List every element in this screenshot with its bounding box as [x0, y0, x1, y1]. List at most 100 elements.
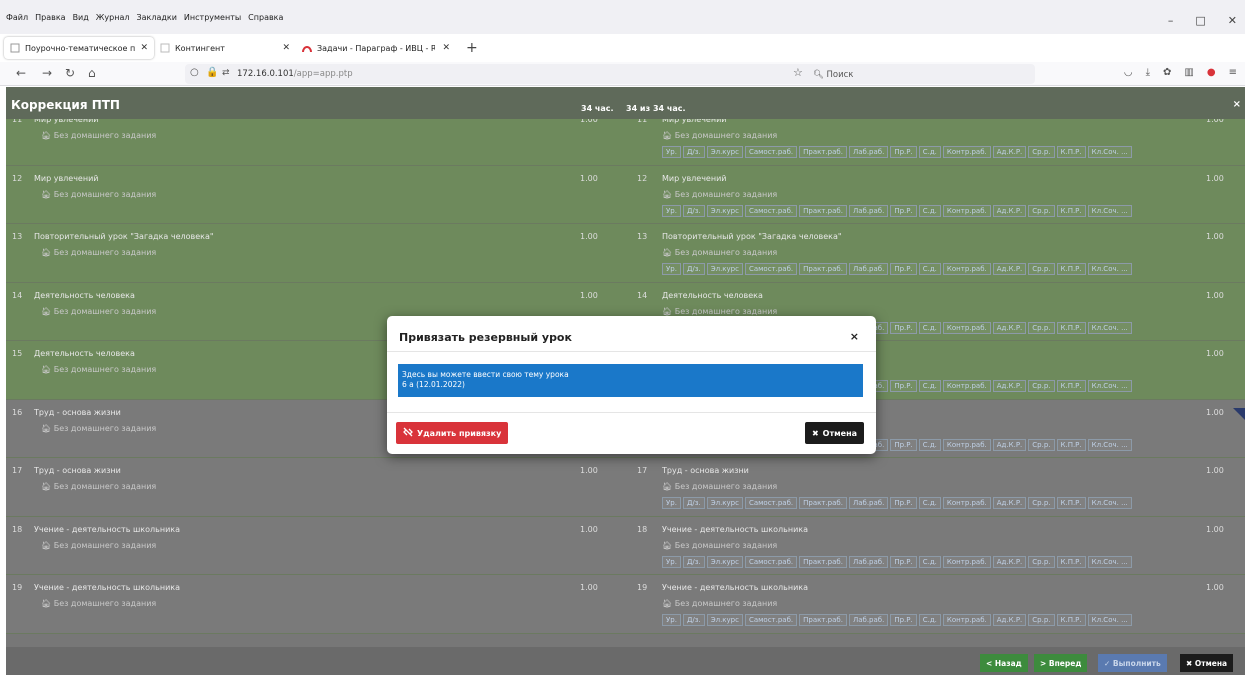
lesson-type-chip[interactable]: Д/з.	[682, 555, 705, 568]
lesson-type-chip[interactable]: Кл.Соч. ...	[1087, 555, 1132, 568]
lesson-type-chip[interactable]: С.д.	[918, 263, 941, 275]
lesson-type-chip[interactable]: Ад.К.Р.	[992, 438, 1027, 451]
lesson-type-chip[interactable]: С.д.	[918, 204, 941, 217]
lesson-type-chip[interactable]: Ср.р.	[1028, 497, 1055, 509]
lesson-type-chip[interactable]: Ср.р.	[1028, 555, 1055, 568]
lesson-type-chip[interactable]: Ад.К.Р.	[992, 614, 1027, 626]
forward-arrow-icon[interactable]: →	[42, 66, 52, 80]
close-tab-icon[interactable]: ✕	[282, 43, 290, 53]
lesson-type-chip[interactable]: Эл.курс	[706, 146, 743, 158]
lesson-type-chip[interactable]: Ад.К.Р.	[992, 321, 1027, 334]
url-text[interactable]: 172.16.0.101/app=app.ptp	[237, 69, 353, 79]
modal-cancel-button[interactable]: ✖ Отмена	[804, 422, 864, 444]
extension-icon[interactable]: ✿	[1163, 67, 1171, 78]
reload-icon[interactable]: ↻	[65, 66, 75, 80]
lesson-type-chip[interactable]: Ад.К.Р.	[992, 497, 1027, 509]
lesson-type-chip[interactable]: К.П.Р.	[1056, 497, 1086, 509]
lesson-type-chip[interactable]: Лаб.раб.	[848, 555, 889, 568]
lesson-type-chip[interactable]: С.д.	[918, 380, 941, 392]
minimize-button[interactable]: –	[1168, 14, 1174, 27]
adblock-icon[interactable]: ●	[1207, 67, 1216, 78]
lesson-type-chip[interactable]: Кл.Соч. ...	[1087, 614, 1132, 626]
lesson-type-chip[interactable]: Лаб.раб.	[848, 204, 889, 217]
lesson-type-chip[interactable]: Ср.р.	[1028, 321, 1055, 334]
search-field[interactable]: 🔍︎ Поиск	[813, 70, 853, 80]
lesson-type-chip[interactable]: Лаб.раб.	[848, 497, 889, 509]
lesson-type-chip[interactable]: Ур.	[662, 497, 681, 509]
lesson-type-chip[interactable]: Контр.раб.	[942, 614, 991, 626]
lesson-type-chip[interactable]: Самост.раб.	[744, 146, 798, 158]
lesson-type-chip[interactable]: Ур.	[662, 614, 681, 626]
lesson-type-chip[interactable]: Контр.раб.	[942, 380, 991, 392]
lesson-type-chip[interactable]: Самост.раб.	[744, 263, 798, 275]
lesson-type-chip[interactable]: Практ.раб.	[799, 204, 847, 217]
lesson-type-chip[interactable]: С.д.	[918, 146, 941, 158]
lesson-type-chip[interactable]: Самост.раб.	[744, 555, 798, 568]
execute-button[interactable]: ✓ Выполнить	[1098, 654, 1167, 672]
lesson-type-chip[interactable]: Контр.раб.	[942, 497, 991, 509]
lesson-type-chip[interactable]: Эл.курс	[706, 204, 743, 217]
lesson-type-chip[interactable]: Ср.р.	[1028, 380, 1055, 392]
lesson-type-chip[interactable]: Самост.раб.	[744, 497, 798, 509]
lesson-type-chip[interactable]: Контр.раб.	[942, 321, 991, 334]
menu-file[interactable]: Файл	[6, 13, 28, 22]
back-button[interactable]: < Назад	[980, 654, 1028, 672]
close-tab-icon[interactable]: ✕	[140, 43, 148, 53]
bookmark-star-icon[interactable]: ☆	[793, 66, 803, 79]
reserve-lesson-option[interactable]: Здесь вы можете ввести свою тему урока 6…	[398, 364, 863, 397]
lesson-type-chip[interactable]: Пр.Р.	[890, 204, 917, 217]
lesson-type-chip[interactable]: С.д.	[918, 321, 941, 334]
lesson-type-chip[interactable]: К.П.Р.	[1056, 380, 1086, 392]
lesson-type-chip[interactable]: Лаб.раб.	[848, 263, 889, 275]
lesson-type-chip[interactable]: Кл.Соч. ...	[1087, 204, 1132, 217]
lesson-type-chip[interactable]: Кл.Соч. ...	[1087, 380, 1132, 392]
lesson-type-chip[interactable]: Ср.р.	[1028, 438, 1055, 451]
close-window-button[interactable]: ✕	[1228, 14, 1237, 27]
lesson-row[interactable]: 11 Мир увлечений 1.00 🏠︎ Без домашнего зада…	[6, 119, 1245, 166]
new-tab-button[interactable]: +	[466, 40, 478, 56]
sidebar-icon[interactable]: ▥	[1184, 67, 1193, 78]
lesson-type-chip[interactable]: С.д.	[918, 614, 941, 626]
lesson-type-chip[interactable]: Ад.К.Р.	[992, 204, 1027, 217]
lesson-type-chip[interactable]: Ур.	[662, 146, 681, 158]
lesson-row[interactable]: 19 Учение - деятельность школьника 1.00 🏠︎ …	[6, 575, 1245, 634]
lesson-type-chip[interactable]: Самост.раб.	[744, 204, 798, 217]
lesson-type-chip[interactable]: Эл.курс	[706, 614, 743, 626]
permissions-icon[interactable]: ⇄	[222, 68, 230, 78]
lesson-type-chip[interactable]: Самост.раб.	[744, 614, 798, 626]
lesson-type-chip[interactable]: Ад.К.Р.	[992, 380, 1027, 392]
menu-history[interactable]: Журнал	[96, 13, 130, 22]
lesson-type-chip[interactable]: Практ.раб.	[799, 263, 847, 275]
lesson-type-chip[interactable]: К.П.Р.	[1056, 555, 1086, 568]
pocket-icon[interactable]: ◡	[1124, 67, 1133, 78]
lesson-type-chip[interactable]: Пр.Р.	[890, 497, 917, 509]
lesson-type-chip[interactable]: Ад.К.Р.	[992, 555, 1027, 568]
lesson-type-chip[interactable]: К.П.Р.	[1056, 321, 1086, 334]
lesson-type-chip[interactable]: Контр.раб.	[942, 555, 991, 568]
lesson-type-chip[interactable]: Кл.Соч. ...	[1087, 263, 1132, 275]
lesson-type-chip[interactable]: С.д.	[918, 438, 941, 451]
lesson-type-chip[interactable]: Д/з.	[682, 146, 705, 158]
tab-kontingent[interactable]: Контингент ✕	[154, 37, 296, 59]
lesson-type-chip[interactable]: Пр.Р.	[890, 321, 917, 334]
lesson-type-chip[interactable]: Ад.К.Р.	[992, 263, 1027, 275]
lesson-type-chip[interactable]: Кл.Соч. ...	[1087, 146, 1132, 158]
lesson-type-chip[interactable]: Эл.курс	[706, 555, 743, 568]
lesson-type-chip[interactable]: К.П.Р.	[1056, 263, 1086, 275]
lesson-type-chip[interactable]: Ср.р.	[1028, 614, 1055, 626]
lesson-type-chip[interactable]: К.П.Р.	[1056, 438, 1086, 451]
lesson-type-chip[interactable]: Пр.Р.	[890, 263, 917, 275]
lesson-type-chip[interactable]: К.П.Р.	[1056, 614, 1086, 626]
tab-ptp[interactable]: Поурочно-тематическое план ✕	[4, 37, 154, 59]
tab-zadachi[interactable]: Задачи - Параграф - ИВЦ - Re ✕	[296, 37, 456, 59]
menu-view[interactable]: Вид	[73, 13, 89, 22]
forward-button[interactable]: > Вперед	[1034, 654, 1088, 672]
lesson-type-chip[interactable]: Пр.Р.	[890, 555, 917, 568]
lesson-type-chip[interactable]: Кл.Соч. ...	[1087, 321, 1132, 334]
lesson-type-chip[interactable]: Ср.р.	[1028, 204, 1055, 217]
lesson-type-chip[interactable]: Контр.раб.	[942, 146, 991, 158]
lesson-row[interactable]: 12 Мир увлечений 1.00 🏠︎ Без домашнего зада…	[6, 165, 1245, 224]
lesson-type-chip[interactable]: Практ.раб.	[799, 497, 847, 509]
menu-tools[interactable]: Инструменты	[184, 13, 241, 22]
lesson-row[interactable]: 17 Труд - основа жизни 1.00 🏠︎ Без домашнег…	[6, 458, 1245, 517]
